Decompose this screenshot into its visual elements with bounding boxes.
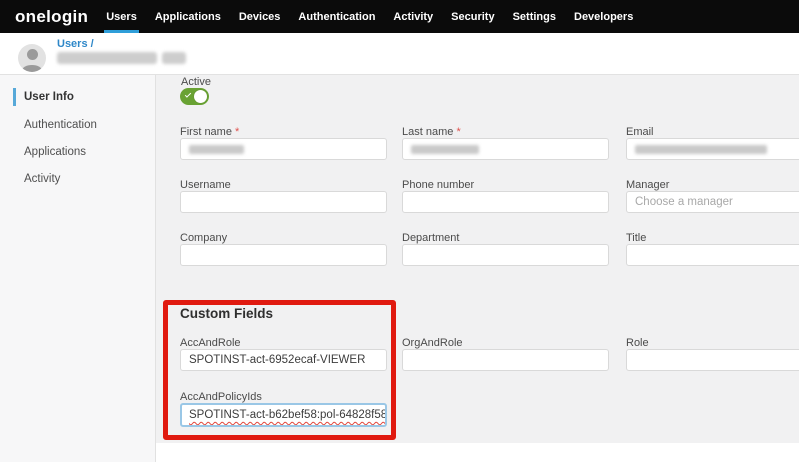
redacted-first-name xyxy=(189,145,244,154)
top-nav: onelogin Users Applications Devices Auth… xyxy=(0,0,799,33)
required-asterisk: * xyxy=(235,126,239,138)
sidebar: User Info Authentication Applications Ac… xyxy=(0,75,156,462)
acc-and-role-value: SPOTINST-act-6952ecaf-VIEWER xyxy=(189,354,365,366)
sidebar-item-applications[interactable]: Applications xyxy=(13,143,86,161)
nav-item-security[interactable]: Security xyxy=(449,0,496,33)
nav-item-developers[interactable]: Developers xyxy=(572,0,635,33)
nav-item-activity[interactable]: Activity xyxy=(391,0,435,33)
user-avatar-icon xyxy=(18,44,46,72)
field-phone-number: Phone number xyxy=(402,179,609,213)
title-input[interactable] xyxy=(626,244,799,266)
last-name-input[interactable] xyxy=(402,138,609,160)
first-name-input[interactable] xyxy=(180,138,387,160)
check-icon xyxy=(185,91,191,97)
avatar-shoulders-shape xyxy=(22,65,42,72)
department-input[interactable] xyxy=(402,244,609,266)
department-label: Department xyxy=(402,232,609,244)
active-label: Active xyxy=(181,76,211,88)
acc-and-role-input[interactable]: SPOTINST-act-6952ecaf-VIEWER xyxy=(180,349,387,371)
username-input[interactable] xyxy=(180,191,387,213)
breadcrumb-users-link[interactable]: Users / xyxy=(57,38,94,50)
manager-input[interactable]: Choose a manager xyxy=(626,191,799,213)
field-username: Username xyxy=(180,179,387,213)
redacted-email xyxy=(635,145,767,154)
nav-item-users[interactable]: Users xyxy=(104,0,139,33)
role-label: Role xyxy=(626,337,799,349)
company-input[interactable] xyxy=(180,244,387,266)
field-last-name: Last name * xyxy=(402,126,609,160)
acc-and-policy-ids-value: SPOTINST-act-b62bef58:pol-64828f58 xyxy=(189,409,387,421)
nav-item-devices[interactable]: Devices xyxy=(237,0,283,33)
nav-item-settings[interactable]: Settings xyxy=(511,0,558,33)
avatar-head-shape xyxy=(27,49,38,60)
field-acc-and-role: AccAndRole SPOTINST-act-6952ecaf-VIEWER xyxy=(180,337,387,371)
org-and-role-label: OrgAndRole xyxy=(402,337,609,349)
role-input[interactable] xyxy=(626,349,799,371)
first-name-label: First name * xyxy=(180,126,387,138)
email-input[interactable] xyxy=(626,138,799,160)
redacted-user-name-part xyxy=(162,52,186,64)
redacted-last-name xyxy=(411,145,479,154)
org-and-role-input[interactable] xyxy=(402,349,609,371)
field-title: Title xyxy=(626,232,799,266)
field-role: Role xyxy=(626,337,799,371)
acc-and-policy-ids-input[interactable]: SPOTINST-act-b62bef58:pol-64828f58 xyxy=(180,403,387,427)
field-department: Department xyxy=(402,232,609,266)
username-label: Username xyxy=(180,179,387,191)
toggle-knob[interactable] xyxy=(194,90,207,103)
required-asterisk: * xyxy=(456,126,460,138)
field-first-name: First name * xyxy=(180,126,387,160)
redacted-user-name xyxy=(57,52,157,64)
nav-item-applications[interactable]: Applications xyxy=(153,0,223,33)
acc-and-policy-ids-label: AccAndPolicyIds xyxy=(180,391,387,403)
field-company: Company xyxy=(180,232,387,266)
field-org-and-role: OrgAndRole xyxy=(402,337,609,371)
active-toggle[interactable] xyxy=(180,88,209,105)
acc-and-role-label: AccAndRole xyxy=(180,337,387,349)
sidebar-item-activity[interactable]: Activity xyxy=(13,170,60,188)
onelogin-user-page: onelogin Users Applications Devices Auth… xyxy=(0,0,799,462)
email-label: Email xyxy=(626,126,799,138)
manager-placeholder: Choose a manager xyxy=(635,196,733,208)
field-acc-and-policy-ids: AccAndPolicyIds SPOTINST-act-b62bef58:po… xyxy=(180,391,387,427)
last-name-label: Last name * xyxy=(402,126,609,138)
custom-fields-heading: Custom Fields xyxy=(180,306,273,321)
field-manager: Manager Choose a manager xyxy=(626,179,799,213)
field-email: Email xyxy=(626,126,799,160)
phone-number-label: Phone number xyxy=(402,179,609,191)
manager-label: Manager xyxy=(626,179,799,191)
title-label: Title xyxy=(626,232,799,244)
nav-menu: Users Applications Devices Authenticatio… xyxy=(104,0,635,33)
company-label: Company xyxy=(180,232,387,244)
sidebar-item-user-info[interactable]: User Info xyxy=(13,88,74,106)
nav-item-authentication[interactable]: Authentication xyxy=(296,0,377,33)
onelogin-logo[interactable]: onelogin xyxy=(15,0,88,33)
sidebar-item-authentication[interactable]: Authentication xyxy=(13,116,97,134)
phone-number-input[interactable] xyxy=(402,191,609,213)
